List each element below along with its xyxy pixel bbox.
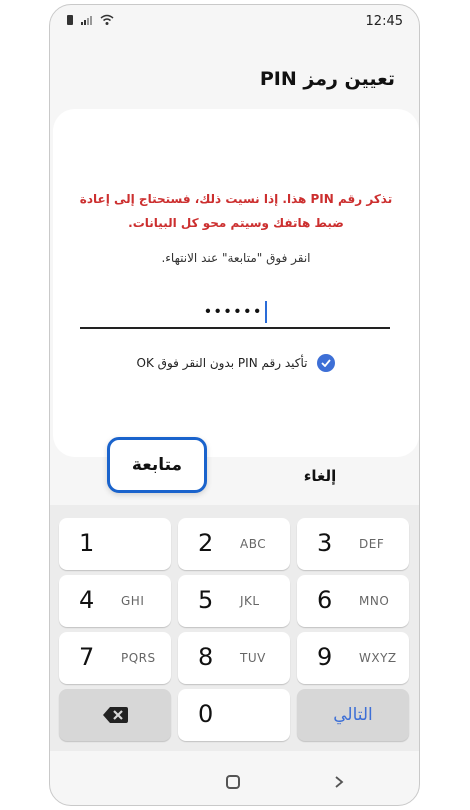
pin-warning-text: تذكر رقم PIN هذا. إذا نسيت ذلك، فستحتاج … — [79, 192, 393, 230]
text-cursor — [264, 301, 267, 323]
key-5[interactable]: 5 JKL — [178, 575, 290, 627]
key-letters: ABC — [240, 537, 267, 551]
key-letters: GHI — [121, 594, 145, 608]
key-letters: PQRS — [121, 651, 156, 665]
pin-hint-text: انقر فوق "متابعة" عند الانتهاء. — [161, 251, 311, 265]
key-9[interactable]: 9 WXYZ — [297, 632, 409, 684]
back-icon[interactable] — [332, 775, 346, 789]
next-key-label: التالي — [333, 705, 373, 725]
status-bar: 12:45 — [50, 5, 419, 37]
confirm-pin-label: تأكيد رقم PIN بدون النقر فوق OK — [136, 356, 308, 370]
confirm-pin-option[interactable]: تأكيد رقم PIN بدون النقر فوق OK — [53, 354, 419, 372]
key-number: 9 — [317, 643, 333, 671]
navigation-bar — [50, 757, 419, 805]
pin-input[interactable]: •••••• — [80, 299, 390, 329]
cancel-button[interactable]: إلغاء — [280, 467, 360, 485]
key-letters: WXYZ — [359, 651, 397, 665]
wifi-icon — [100, 14, 114, 25]
key-7[interactable]: 7 PQRS — [59, 632, 171, 684]
status-time: 12:45 — [365, 14, 403, 29]
next-key[interactable]: التالي — [297, 689, 409, 741]
key-number: 7 — [79, 643, 95, 671]
pin-masked-value: •••••• — [203, 302, 263, 321]
battery-icon — [67, 15, 73, 25]
key-0[interactable]: 0 — [178, 689, 290, 741]
continue-button[interactable]: متابعة — [107, 437, 207, 493]
key-8[interactable]: 8 TUV — [178, 632, 290, 684]
key-6[interactable]: 6 MNO — [297, 575, 409, 627]
key-number: 1 — [79, 529, 95, 557]
key-3[interactable]: 3 DEF — [297, 518, 409, 570]
page-title: تعيين رمز PIN — [259, 68, 395, 90]
key-number: 3 — [317, 529, 333, 557]
home-icon[interactable] — [226, 775, 240, 789]
key-number: 0 — [198, 700, 214, 728]
key-1[interactable]: 1 — [59, 518, 171, 570]
pin-card: تذكر رقم PIN هذا. إذا نسيت ذلك، فستحتاج … — [53, 109, 419, 457]
status-icons — [66, 14, 114, 26]
key-2[interactable]: 2 ABC — [178, 518, 290, 570]
key-number: 5 — [198, 586, 214, 614]
key-letters: DEF — [359, 537, 385, 551]
checkbox-checked-icon[interactable] — [317, 354, 336, 372]
backspace-icon — [103, 707, 128, 723]
signal-icon — [81, 16, 92, 25]
numeric-keypad: 1 2 ABC 3 DEF 4 GHI 5 JKL 6 MNO 7 PQRS 8 TUV 9 W… — [50, 505, 419, 751]
key-number: 8 — [198, 643, 214, 671]
key-number: 4 — [79, 586, 95, 614]
key-number: 2 — [198, 529, 214, 557]
key-letters: TUV — [240, 651, 266, 665]
backspace-key[interactable] — [59, 689, 171, 741]
key-number: 6 — [317, 586, 333, 614]
key-letters: JKL — [240, 594, 260, 608]
phone-frame: 12:45 تعيين رمز PIN تذكر رقم PIN هذا. إذ… — [49, 4, 420, 806]
action-bar: متابعة إلغاء — [50, 437, 419, 507]
key-letters: MNO — [359, 594, 390, 608]
key-4[interactable]: 4 GHI — [59, 575, 171, 627]
